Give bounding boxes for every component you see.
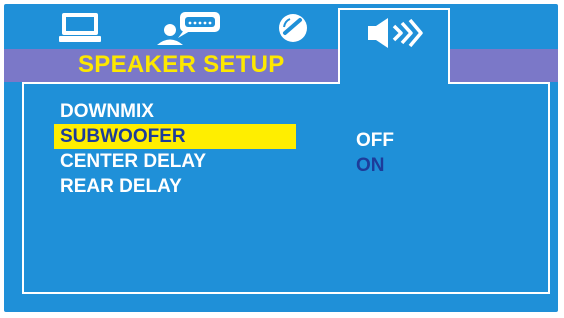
- speaker-icon: [368, 18, 423, 48]
- option-off[interactable]: OFF: [356, 128, 394, 153]
- disc-icon: [279, 14, 307, 42]
- menu-item-subwoofer[interactable]: SUBWOOFER: [54, 124, 296, 149]
- tab-speaker-setup[interactable]: [338, 8, 450, 82]
- option-on[interactable]: ON: [356, 153, 394, 178]
- osd-screen: SPEAKER SETUP DOWNMIX SUBWOOFER CENTER D…: [0, 0, 564, 318]
- menu-item-center-delay[interactable]: CENTER DELAY: [54, 149, 296, 174]
- person-speech-icon: [157, 12, 220, 45]
- tab-general[interactable]: [52, 8, 108, 48]
- menu-item-rear-delay[interactable]: REAR DELAY: [54, 174, 296, 199]
- page-title: SPEAKER SETUP: [78, 51, 285, 78]
- menu-item-downmix[interactable]: DOWNMIX: [54, 99, 296, 124]
- monitor-icon: [59, 13, 101, 42]
- tab-language[interactable]: [150, 8, 230, 48]
- tab-disc[interactable]: [270, 8, 316, 48]
- subwoofer-options: OFF ON: [356, 128, 394, 178]
- settings-menu: DOWNMIX SUBWOOFER CENTER DELAY REAR DELA…: [54, 99, 296, 199]
